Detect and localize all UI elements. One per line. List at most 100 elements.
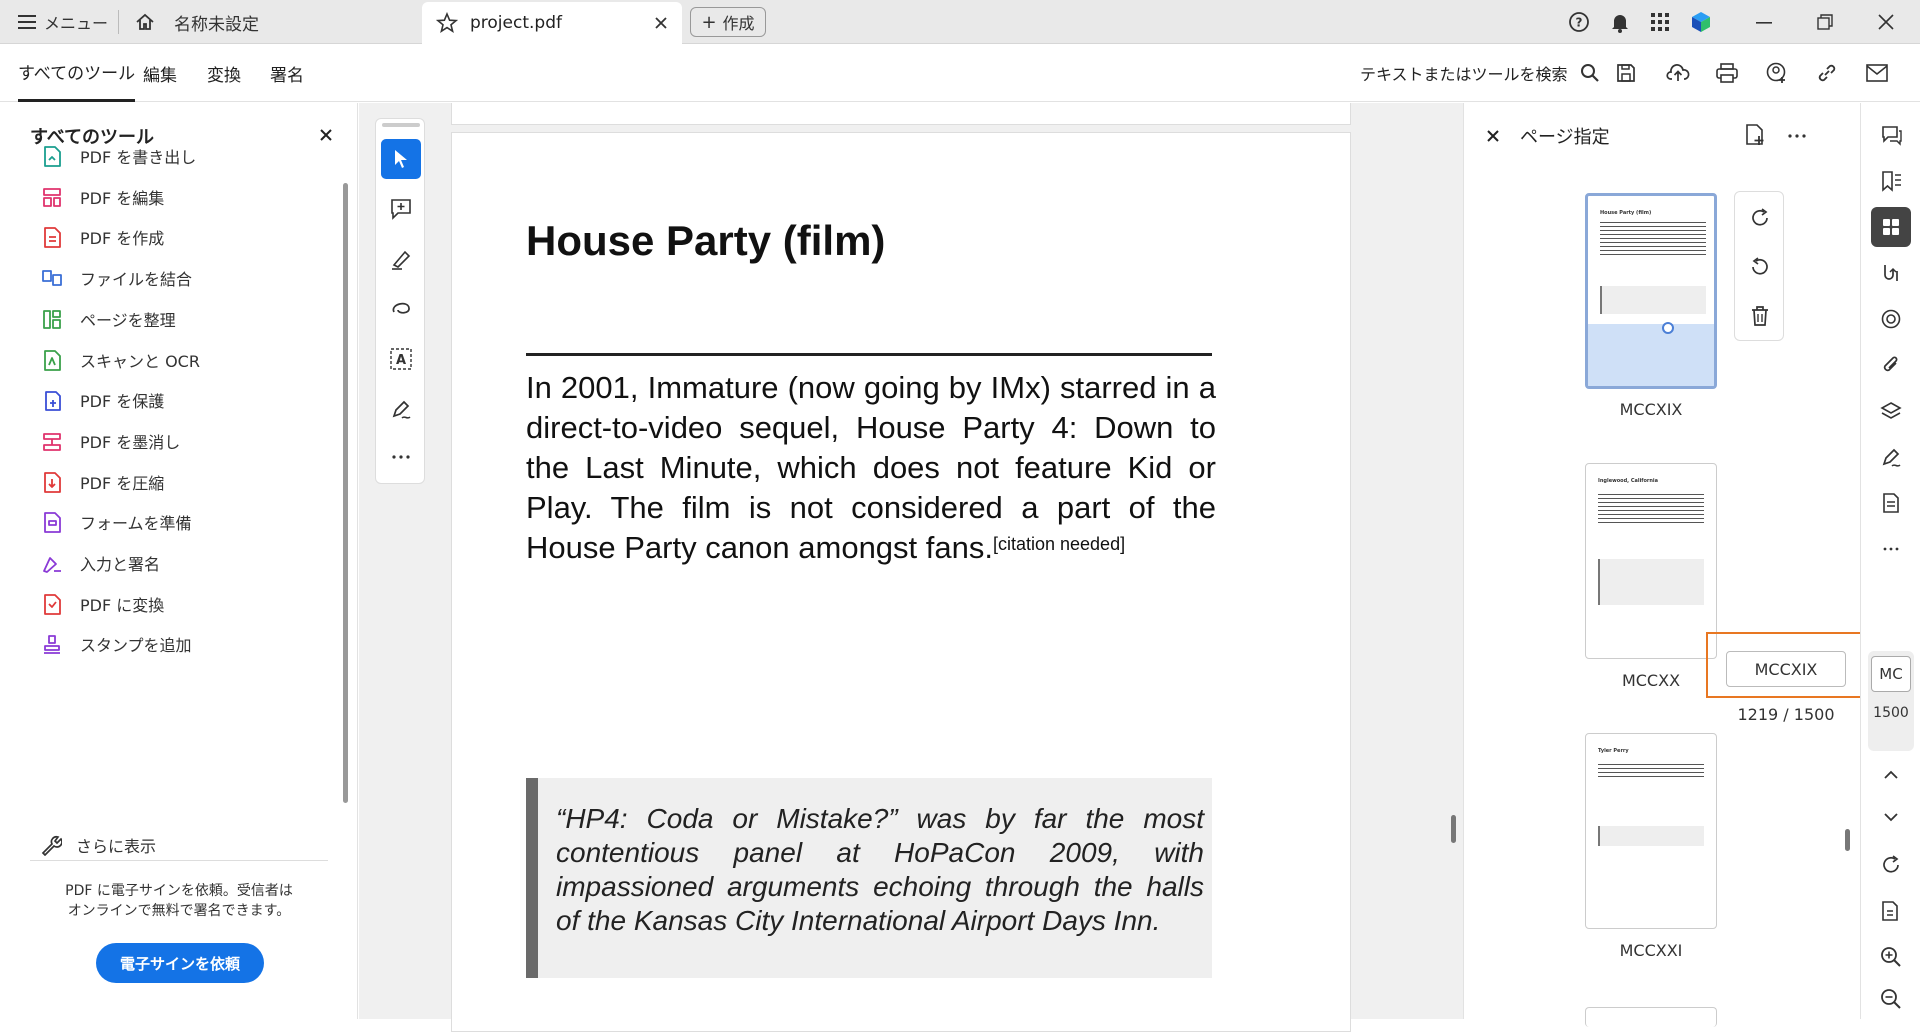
zoom-out-icon — [1880, 988, 1902, 1010]
tool-item[interactable]: ファイルを結合 — [40, 258, 192, 298]
stamp-target-button[interactable] — [1871, 299, 1911, 339]
tool-label: ページを整理 — [80, 310, 176, 330]
cloud-upload-icon — [1666, 63, 1690, 83]
layers-icon — [1880, 400, 1902, 422]
page-fit-button[interactable] — [1871, 891, 1911, 931]
bookmarks-button[interactable] — [1871, 161, 1911, 201]
previous-page-edge — [451, 103, 1351, 125]
text-box-tool[interactable]: A — [381, 339, 421, 379]
bookmark-list-icon — [1880, 170, 1902, 192]
pages-more-button[interactable] — [1788, 133, 1806, 139]
tool-icon — [40, 551, 64, 575]
minimize-button[interactable] — [1756, 0, 1772, 44]
tool-item[interactable]: PDF を書き出し — [40, 136, 196, 176]
more-tools-button[interactable] — [381, 437, 421, 477]
insert-page-button[interactable] — [1744, 123, 1766, 147]
tool-item[interactable]: PDF を保護 — [40, 380, 164, 420]
drag-handle[interactable] — [382, 123, 420, 127]
delete-page-button[interactable] — [1740, 296, 1780, 336]
show-more-button[interactable]: さらに表示 — [40, 825, 156, 865]
window-close-button[interactable] — [1878, 0, 1894, 44]
tool-label: ファイルを結合 — [80, 270, 193, 290]
home-button[interactable] — [128, 0, 162, 44]
page-thumbnails-button[interactable] — [1871, 207, 1911, 247]
next-page-button[interactable] — [1871, 797, 1911, 837]
close-panel-button[interactable] — [316, 125, 336, 145]
share-user-button[interactable] — [1766, 44, 1788, 102]
tab-untitled[interactable]: 名称未設定 — [174, 0, 259, 44]
minimize-icon — [1756, 14, 1772, 30]
rotate-ccw-button[interactable] — [1740, 247, 1780, 287]
tool-item[interactable]: PDF を圧縮 — [40, 462, 164, 502]
menu-button[interactable]: メニュー — [18, 0, 108, 44]
refresh-button[interactable] — [1871, 845, 1911, 885]
tool-item[interactable]: フォームを準備 — [40, 502, 192, 542]
create-button[interactable]: + 作成 — [690, 7, 766, 37]
upload-button[interactable] — [1666, 44, 1690, 102]
zoom-in-icon — [1880, 946, 1902, 968]
zoom-out-button[interactable] — [1871, 979, 1911, 1019]
page-thumbnail-selected[interactable]: House Party (film) — [1585, 193, 1717, 389]
page-thumbnail[interactable]: Inglewood, California — [1585, 463, 1717, 659]
apps-button[interactable] — [1650, 0, 1670, 44]
fill-sign-button[interactable] — [1871, 437, 1911, 477]
tool-item[interactable]: PDF を編集 — [40, 177, 164, 217]
rotate-cw-icon — [1749, 207, 1771, 229]
tool-item[interactable]: スタンプを追加 — [40, 624, 192, 664]
account-button[interactable] — [1690, 0, 1712, 44]
rail-more-button[interactable] — [1871, 529, 1911, 569]
more-horizontal-icon — [1788, 133, 1806, 139]
layers-button[interactable] — [1871, 391, 1911, 431]
document-properties-button[interactable] — [1871, 483, 1911, 523]
page-thumbnail[interactable]: Tyler Perry — [1585, 733, 1717, 929]
tool-item[interactable]: ページを整理 — [40, 299, 176, 339]
copy-link-button[interactable] — [1816, 44, 1838, 102]
tool-item[interactable]: PDF を作成 — [40, 217, 164, 257]
comment-plus-icon — [390, 198, 412, 220]
previous-page-button[interactable] — [1871, 755, 1911, 795]
tool-label: PDF を編集 — [80, 188, 165, 208]
star-icon[interactable] — [436, 12, 458, 34]
rail-page-input[interactable]: MC — [1871, 656, 1911, 692]
comments-button[interactable] — [1871, 115, 1911, 155]
restore-button[interactable] — [1817, 0, 1833, 44]
rotate-cw-button[interactable] — [1740, 198, 1780, 238]
scrollbar[interactable] — [343, 183, 348, 803]
tool-item[interactable]: PDF に変換 — [40, 584, 164, 624]
menu-sign[interactable]: 署名 — [270, 44, 304, 102]
add-comment-tool[interactable] — [381, 189, 421, 229]
cursor-icon — [392, 149, 410, 169]
request-esign-button[interactable]: 電子サインを依頼 — [96, 943, 264, 983]
menu-convert[interactable]: 変換 — [207, 44, 241, 102]
zoom-in-button[interactable] — [1871, 937, 1911, 977]
tool-item[interactable]: 入力と署名 — [40, 543, 160, 583]
close-tab-icon[interactable] — [654, 16, 668, 30]
save-button[interactable] — [1616, 44, 1636, 102]
thumbnail-handle[interactable] — [1662, 322, 1674, 334]
search-tools[interactable]: テキストまたはツールを検索 — [1360, 44, 1600, 102]
menu-all-tools[interactable]: すべてのツール — [18, 44, 136, 102]
wrench-icon — [40, 834, 64, 856]
menu-edit[interactable]: 編集 — [143, 44, 177, 102]
highlight-tool[interactable] — [381, 239, 421, 279]
compare-button[interactable] — [1871, 253, 1911, 293]
sign-tool[interactable] — [381, 389, 421, 429]
select-tool[interactable] — [381, 139, 421, 179]
tab-untitled-label: 名称未設定 — [174, 14, 259, 35]
document-scrollbar[interactable] — [1451, 815, 1456, 843]
tool-item[interactable]: スキャンと OCR — [40, 340, 200, 380]
help-button[interactable]: ? — [1568, 0, 1590, 44]
tool-label: フォームを準備 — [80, 514, 192, 534]
print-button[interactable] — [1716, 44, 1738, 102]
thumb-text-lines — [1600, 222, 1706, 256]
attachments-button[interactable] — [1871, 345, 1911, 385]
notifications-button[interactable] — [1609, 0, 1631, 44]
thumbnail-scrollbar[interactable] — [1845, 829, 1850, 851]
page-thumbnail[interactable] — [1585, 1007, 1717, 1027]
tab-project-pdf[interactable]: project.pdf — [422, 2, 682, 44]
close-pages-panel-button[interactable] — [1484, 127, 1502, 145]
tool-item[interactable]: PDF を墨消し — [40, 421, 180, 461]
tool-icon — [40, 307, 64, 331]
draw-tool[interactable] — [381, 289, 421, 329]
email-button[interactable] — [1866, 44, 1888, 102]
